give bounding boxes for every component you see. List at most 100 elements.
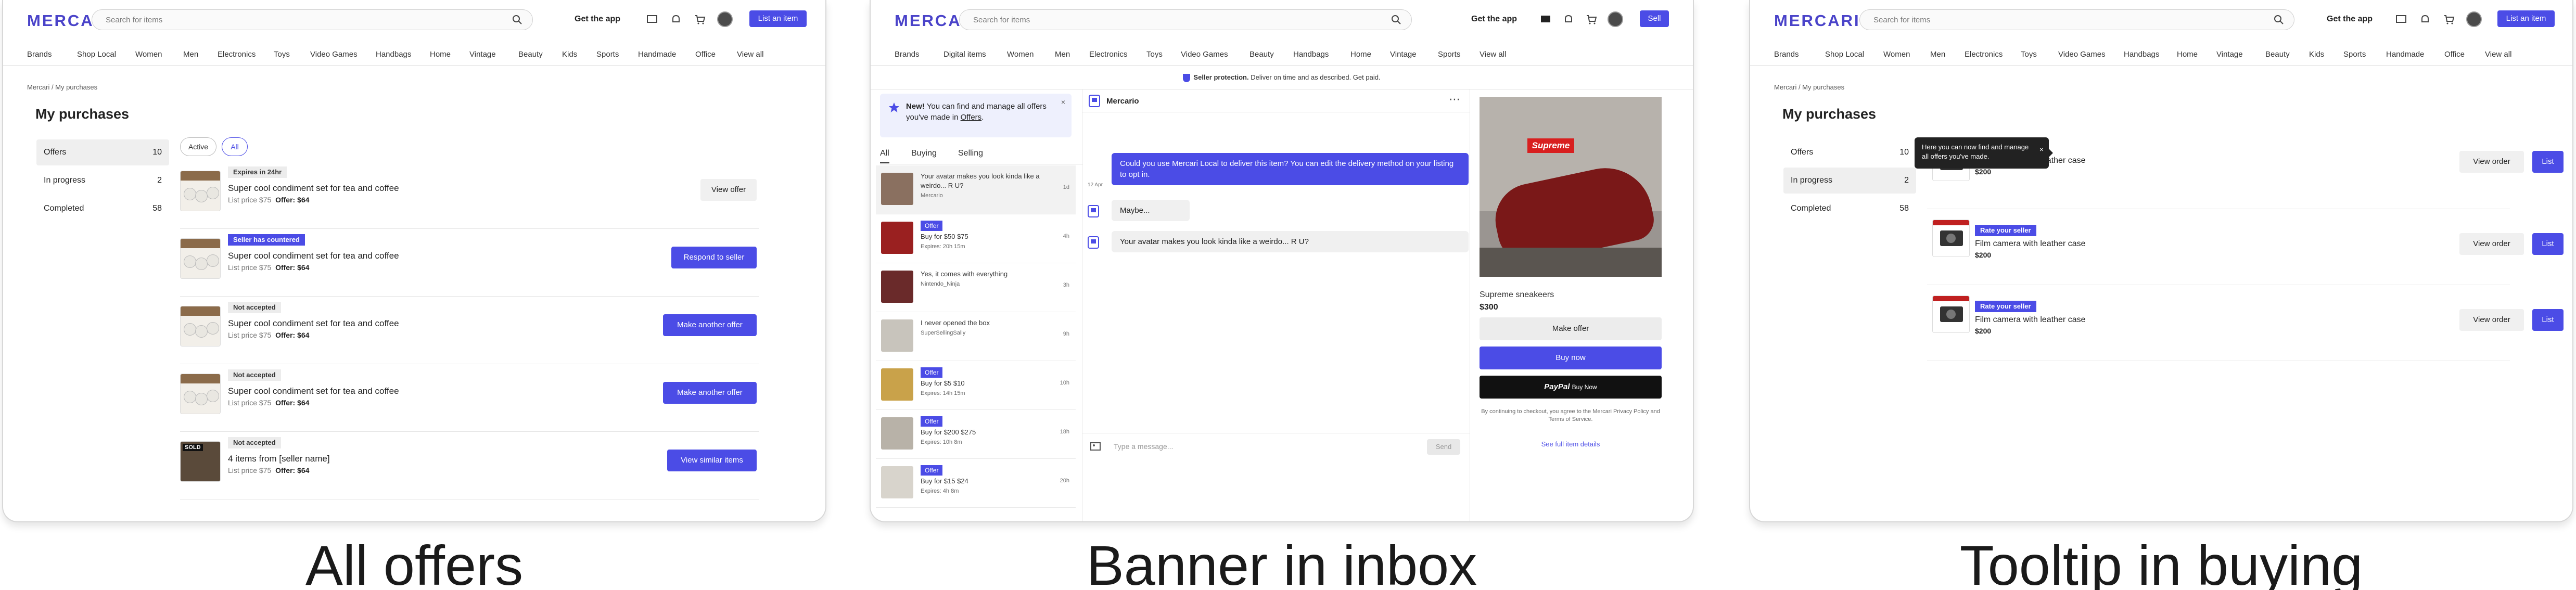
category-link[interactable]: Brands [1774, 50, 1799, 59]
list-button[interactable]: List [2532, 309, 2564, 331]
category-link[interactable]: Beauty [518, 50, 543, 59]
list-item-button[interactable]: List an item [749, 10, 807, 27]
see-full-details-link[interactable]: See full item details [1480, 440, 1662, 448]
category-link[interactable]: Home [1350, 50, 1371, 59]
search-icon[interactable] [1391, 14, 1402, 25]
category-link[interactable]: Handbags [376, 50, 411, 59]
get-app-link[interactable]: Get the app [1471, 15, 1517, 24]
send-button[interactable]: Send [1427, 439, 1460, 455]
category-link[interactable]: Handbags [1293, 50, 1329, 59]
category-link[interactable]: Women [135, 50, 162, 59]
filter-all[interactable]: All [222, 137, 248, 156]
bell-icon[interactable] [670, 14, 682, 25]
item-title[interactable]: Film camera with leather case [1975, 315, 2086, 325]
item-title[interactable]: Super cool condiment set for tea and cof… [228, 386, 399, 396]
close-icon[interactable]: × [2039, 145, 2044, 154]
sidebar-item-offers[interactable]: Offers 10 [36, 139, 169, 165]
rate-seller-badge[interactable]: Rate your seller [1975, 301, 2036, 312]
sidebar-item-completed[interactable]: Completed 58 [36, 196, 169, 222]
thread-item[interactable]: Offer Buy for $15 $24 Expires: 4h 8m 20h [876, 459, 1076, 508]
item-thumbnail[interactable]: SOLD [180, 441, 221, 482]
view-order-button[interactable]: View order [2459, 151, 2524, 173]
thread-item[interactable]: Offer Buy for $200 $275 Expires: 10h 8m 18… [876, 410, 1076, 459]
search-icon[interactable] [2273, 14, 2285, 25]
cart-icon[interactable] [1586, 14, 1597, 25]
category-link[interactable]: Brands [895, 50, 920, 59]
sidebar-item-completed[interactable]: Completed 58 [1783, 196, 1916, 222]
message-input[interactable]: Type a message... [1114, 442, 1173, 451]
category-link[interactable]: Toys [1146, 50, 1163, 59]
item-title[interactable]: Super cool condiment set for tea and cof… [228, 318, 399, 329]
chat-icon[interactable] [1540, 14, 1551, 25]
category-link[interactable]: Shop Local [1825, 50, 1864, 59]
tab-buying[interactable]: Buying [911, 149, 937, 158]
view-similar-items-button[interactable]: View similar items [667, 450, 757, 471]
category-link[interactable]: Beauty [1249, 50, 1274, 59]
view-order-button[interactable]: View order [2459, 233, 2524, 255]
item-title[interactable]: Super cool condiment set for tea and cof… [228, 251, 399, 261]
bell-icon[interactable] [2419, 14, 2431, 25]
item-title[interactable]: Super cool condiment set for tea and cof… [228, 183, 399, 194]
category-link[interactable]: Kids [2309, 50, 2324, 59]
get-app-link[interactable]: Get the app [575, 15, 620, 24]
category-link[interactable]: Vintage [1390, 50, 1417, 59]
make-another-offer-button[interactable]: Make another offer [663, 382, 757, 404]
item-thumbnail[interactable] [1932, 296, 1970, 333]
avatar[interactable] [2466, 11, 2482, 27]
breadcrumb[interactable]: Mercari / My purchases [27, 83, 97, 91]
search-icon[interactable] [512, 14, 523, 25]
offers-link[interactable]: Offers [961, 113, 982, 122]
category-link[interactable]: Men [1930, 50, 1945, 59]
buy-now-button[interactable]: Buy now [1480, 347, 1662, 369]
list-button[interactable]: List [2532, 233, 2564, 255]
category-link[interactable]: Vintage [469, 50, 496, 59]
category-link[interactable]: Toys [274, 50, 290, 59]
view-offer-button[interactable]: View offer [700, 179, 757, 201]
category-link[interactable]: Home [2177, 50, 2198, 59]
category-link[interactable]: Beauty [2265, 50, 2290, 59]
filter-active[interactable]: Active [180, 137, 216, 156]
thread-item[interactable]: Offer Buy for $50 $75 Expires: 20h 15m 4h [876, 214, 1076, 263]
cart-icon[interactable] [694, 14, 706, 25]
cart-icon[interactable] [2443, 14, 2455, 25]
list-button[interactable]: List [2532, 151, 2564, 173]
tab-selling[interactable]: Selling [958, 149, 983, 158]
sidebar-item-in-progress[interactable]: In progress 2 [1783, 168, 1916, 194]
search-bar[interactable]: Search for items [959, 9, 1412, 30]
avatar[interactable] [717, 11, 733, 27]
item-thumbnail[interactable] [1932, 220, 1970, 257]
category-link[interactable]: Handmade [638, 50, 676, 59]
category-link[interactable]: Sports [596, 50, 619, 59]
close-icon[interactable]: × [1061, 98, 1065, 106]
category-link[interactable]: Men [183, 50, 198, 59]
category-link[interactable]: Video Games [2058, 50, 2106, 59]
category-link[interactable]: Home [430, 50, 451, 59]
item-thumbnail[interactable] [180, 374, 221, 414]
item-thumbnail[interactable] [180, 238, 221, 279]
paypal-button[interactable]: PayPal Buy Now [1480, 376, 1662, 399]
breadcrumb[interactable]: Mercari / My purchases [1774, 83, 1844, 91]
category-link[interactable]: Handbags [2124, 50, 2159, 59]
respond-to-seller-button[interactable]: Respond to seller [671, 247, 757, 268]
avatar[interactable] [1608, 11, 1623, 27]
item-thumbnail[interactable] [180, 171, 221, 211]
category-link[interactable]: Digital items [943, 50, 986, 59]
category-link[interactable]: Video Games [310, 50, 358, 59]
sidebar-item-offers[interactable]: Offers 10 [1783, 139, 1916, 165]
make-another-offer-button[interactable]: Make another offer [663, 314, 757, 336]
category-link[interactable]: View all [737, 50, 763, 59]
category-link[interactable]: Sports [2343, 50, 2366, 59]
category-link[interactable]: Shop Local [77, 50, 116, 59]
category-link[interactable]: Toys [2021, 50, 2037, 59]
rate-seller-badge[interactable]: Rate your seller [1975, 225, 2036, 236]
category-link[interactable]: Kids [562, 50, 577, 59]
sidebar-item-in-progress[interactable]: In progress 2 [36, 168, 169, 194]
item-photo[interactable]: Supreme [1480, 97, 1662, 277]
category-link[interactable]: Women [1883, 50, 1910, 59]
category-link[interactable]: Office [2444, 50, 2465, 59]
category-link[interactable]: Handmade [2386, 50, 2424, 59]
sell-button[interactable]: Sell [1640, 10, 1669, 27]
thread-item[interactable]: Your avatar makes you look kinda like a … [876, 165, 1076, 214]
category-link[interactable]: Men [1055, 50, 1070, 59]
category-link[interactable]: Brands [27, 50, 52, 59]
